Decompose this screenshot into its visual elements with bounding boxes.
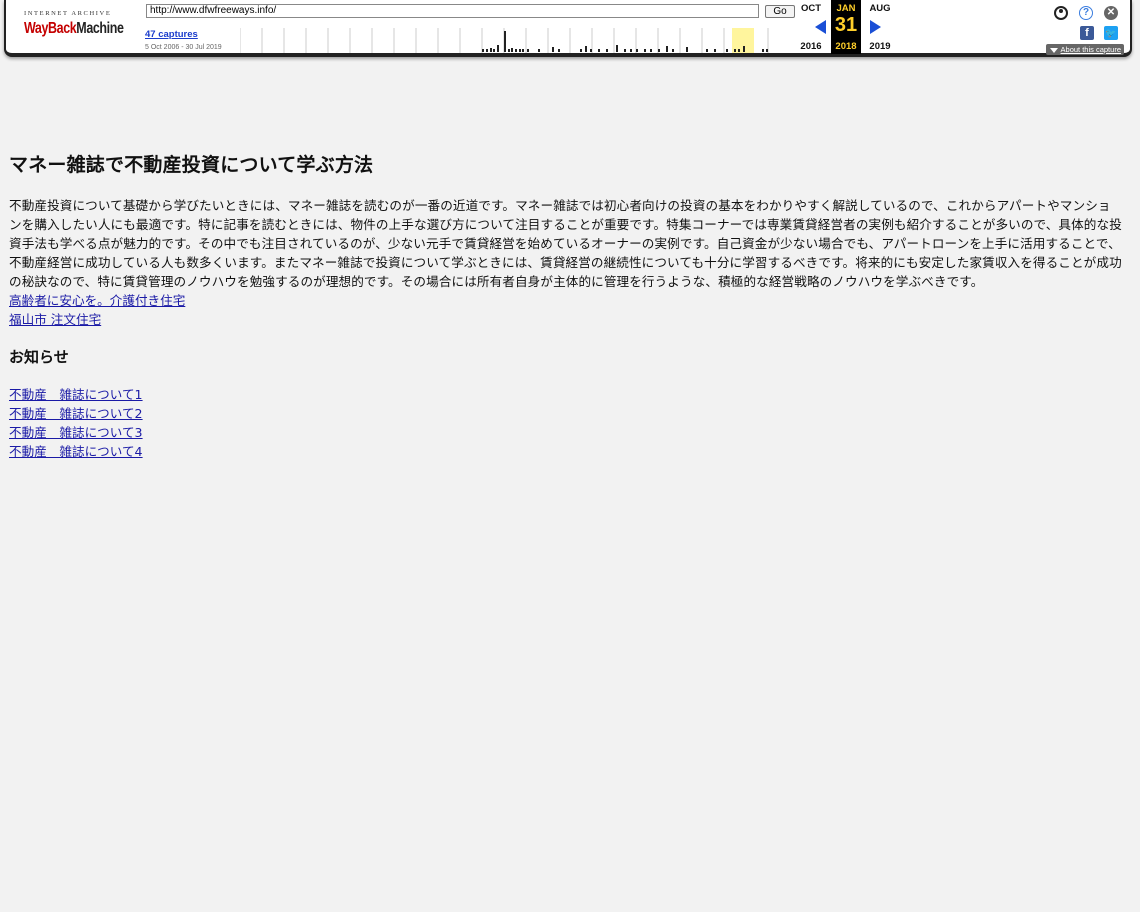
news-link-2[interactable]: 不動産 雑誌について2 [9,404,1123,423]
go-button[interactable]: Go [765,5,795,18]
current-year: 2018 [835,41,857,52]
prev-year[interactable]: 2016 [796,41,826,52]
link-fukuyama-custom-home[interactable]: 福山市 注文住宅 [9,310,1123,329]
about-capture-button[interactable]: About this capture [1045,44,1124,55]
page-title: マネー雑誌で不動産投資について学ぶ方法 [9,154,374,176]
link-nursing-housing[interactable]: 高齢者に安心を。介護付き住宅 [9,291,1123,310]
capture-sparkline[interactable] [240,28,774,53]
close-icon[interactable]: ✕ [1104,6,1118,20]
news-link-3[interactable]: 不動産 雑誌について3 [9,423,1123,442]
prev-capture-arrow-icon[interactable] [815,20,826,34]
intro-paragraph: 不動産投資について基礎から学びたいときには、マネー雑誌を読むのが一番の近道です。… [9,198,1122,289]
prev-month[interactable]: OCT [796,3,826,14]
user-account-icon[interactable] [1054,6,1068,20]
caret-down-icon [1049,47,1058,53]
next-month[interactable]: AUG [865,3,895,14]
facebook-share-icon[interactable]: f [1080,26,1094,40]
help-icon[interactable]: ? [1079,6,1093,20]
next-year[interactable]: 2019 [865,41,895,52]
news-link-4[interactable]: 不動産 雑誌について4 [9,442,1123,461]
url-input[interactable]: http://www.dfwfreeways.info/ [146,4,759,18]
wayback-toolbar: INTERNET ARCHIVE WayBackMachine http://w… [4,0,1132,57]
logo-wayback-machine-text: WayBackMachine [24,20,124,37]
current-capture-column: JAN 31 2018 [831,0,861,54]
captures-link[interactable]: 47 captures [145,29,198,40]
news-link-1[interactable]: 不動産 雑誌について1 [9,385,1123,404]
page-content: マネー雑誌で不動産投資について学ぶ方法 不動産投資について基礎から学びたいときに… [9,150,1123,461]
current-day: 31 [834,14,858,36]
sparkline-bars [482,31,768,52]
logo-internet-archive-text: INTERNET ARCHIVE [24,10,112,17]
about-capture-label: About this capture [1060,45,1121,54]
news-heading: お知らせ [9,348,69,366]
twitter-share-icon[interactable]: 🐦 [1104,26,1118,40]
wayback-logo[interactable]: INTERNET ARCHIVE WayBackMachine [20,6,124,46]
calendar-navigator: OCT 2016 JAN 31 2018 AUG 2019 [796,0,896,54]
next-capture-column[interactable]: AUG 2019 [865,0,895,54]
current-month: JAN [836,3,856,14]
capture-date-range: 5 Oct 2006 - 30 Jul 2019 [145,44,222,51]
